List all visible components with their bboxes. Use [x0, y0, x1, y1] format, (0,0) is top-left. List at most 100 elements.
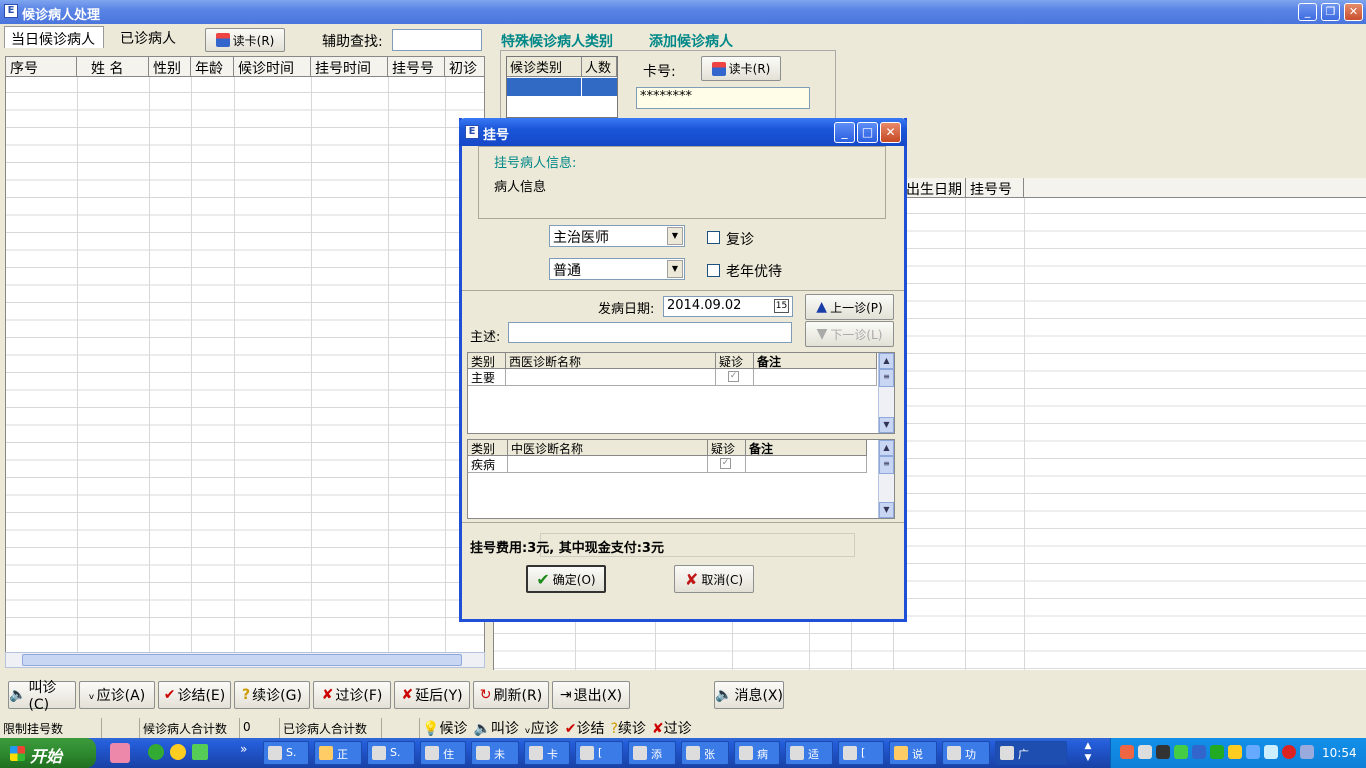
- w-cell-suspect[interactable]: ✓: [716, 369, 754, 386]
- add-patient-link[interactable]: 添加候诊病人: [649, 31, 733, 51]
- tray-icon[interactable]: [1210, 745, 1224, 759]
- task-item[interactable]: [: [838, 741, 884, 765]
- quicklaunch-browser-icon[interactable]: [148, 744, 164, 760]
- close-button[interactable]: ✕: [1344, 3, 1363, 21]
- w-cell-category[interactable]: 主要: [468, 369, 506, 386]
- task-item[interactable]: 未: [471, 741, 519, 765]
- scroll-thumb[interactable]: [22, 654, 462, 666]
- dialog-minimize-button[interactable]: _: [834, 122, 855, 143]
- task-item[interactable]: 添: [628, 741, 676, 765]
- quicklaunch-qq-icon[interactable]: [170, 744, 186, 760]
- visit-type-select[interactable]: 普通 ▼: [549, 258, 685, 280]
- task-item[interactable]: 说: [889, 741, 937, 765]
- chinese-vscroll[interactable]: ▲ ≡ ▼: [878, 440, 894, 518]
- refresh-button[interactable]: ↻ 刷新(R): [473, 681, 549, 709]
- ok-button[interactable]: ✔ 确定(O): [526, 565, 606, 593]
- c-cell-name[interactable]: [508, 456, 708, 473]
- tray-icon[interactable]: [1264, 745, 1278, 759]
- c-col-name[interactable]: 中医诊断名称: [508, 440, 708, 456]
- col-index[interactable]: 序号: [6, 57, 77, 77]
- count-selected-cell[interactable]: [582, 78, 617, 96]
- doctor-select[interactable]: 主治医师 ▼: [549, 225, 685, 247]
- complaint-input[interactable]: [508, 322, 792, 343]
- minimize-button[interactable]: _: [1298, 3, 1317, 21]
- restore-button[interactable]: ❐: [1321, 3, 1340, 21]
- exit-button[interactable]: ⇥ 退出(X): [552, 681, 630, 709]
- c-cell-suspect[interactable]: ✓: [708, 456, 746, 473]
- read-card-button[interactable]: 读卡(R): [205, 28, 285, 52]
- tray-icon[interactable]: [1300, 745, 1314, 759]
- task-item[interactable]: 病: [734, 741, 780, 765]
- prev-visit-button[interactable]: ▲ 上一诊(P): [805, 294, 894, 320]
- col-birth-date[interactable]: 出生日期: [906, 178, 966, 198]
- taskbar-scroll-icon[interactable]: ▲ ▼: [1080, 740, 1096, 766]
- revisit-checkbox[interactable]: [707, 231, 720, 244]
- quicklaunch-icon[interactable]: [110, 743, 130, 763]
- task-item[interactable]: 住: [420, 741, 466, 765]
- task-item[interactable]: 卡: [524, 741, 570, 765]
- scroll-up-icon[interactable]: ▲: [879, 353, 894, 369]
- col-wait-time[interactable]: 候诊时间: [234, 57, 311, 77]
- col-age[interactable]: 年龄: [191, 57, 234, 77]
- delay-button[interactable]: ✘ 延后(Y): [394, 681, 470, 709]
- scroll-up-icon[interactable]: ▲: [879, 440, 894, 456]
- waiting-patient-grid[interactable]: 序号 姓 名 性别 年龄 候诊时间 挂号时间 挂号号 初诊: [5, 56, 485, 653]
- col-register-time[interactable]: 挂号时间: [311, 57, 388, 77]
- tab-done-patients[interactable]: 已诊病人: [114, 26, 194, 48]
- task-item[interactable]: 正: [314, 741, 362, 765]
- tray-icon[interactable]: [1228, 745, 1242, 759]
- scroll-thumb[interactable]: ≡: [879, 456, 894, 474]
- c-cell-category[interactable]: 疾病: [468, 456, 508, 473]
- col-count[interactable]: 人数: [582, 57, 617, 77]
- chevron-down-icon[interactable]: ▼: [667, 227, 683, 245]
- scroll-down-icon[interactable]: ▼: [879, 502, 894, 518]
- task-item[interactable]: 功: [942, 741, 990, 765]
- tray-icon[interactable]: [1174, 745, 1188, 759]
- category-grid[interactable]: 候诊类别 人数: [506, 56, 618, 118]
- quicklaunch-media-icon[interactable]: [192, 744, 208, 760]
- western-vscroll[interactable]: ▲ ≡ ▼: [878, 353, 894, 433]
- task-item[interactable]: 张: [681, 741, 729, 765]
- elder-checkbox[interactable]: [707, 264, 720, 277]
- col-name[interactable]: 姓 名: [77, 57, 149, 77]
- respond-button[interactable]: ᵥ 应诊(A): [79, 681, 155, 709]
- horizontal-scrollbar[interactable]: [5, 652, 485, 668]
- dialog-title-bar[interactable]: E 挂号 _ □ ✕: [459, 118, 907, 146]
- col-register-no-right[interactable]: 挂号号: [966, 178, 1024, 198]
- finish-button[interactable]: ✔ 诊结(E): [158, 681, 231, 709]
- col-gender[interactable]: 性别: [149, 57, 191, 77]
- start-button[interactable]: 开始: [0, 738, 96, 768]
- tray-icon[interactable]: [1282, 745, 1296, 759]
- w-cell-note[interactable]: [754, 369, 877, 386]
- continue-button[interactable]: ? 续诊(G): [234, 681, 310, 709]
- card-read-button[interactable]: 读卡(R): [701, 56, 781, 81]
- category-selected-row[interactable]: [507, 78, 581, 96]
- c-col-note[interactable]: 备注: [746, 440, 867, 456]
- tray-icon[interactable]: [1246, 745, 1260, 759]
- next-visit-button[interactable]: ▼ 下一诊(L): [805, 321, 894, 347]
- c-col-category[interactable]: 类别: [468, 440, 508, 456]
- scroll-thumb[interactable]: ≡: [879, 369, 894, 387]
- search-input[interactable]: [392, 29, 482, 51]
- task-item[interactable]: S.: [367, 741, 415, 765]
- task-item[interactable]: S.: [263, 741, 309, 765]
- w-col-category[interactable]: 类别: [468, 353, 506, 369]
- dialog-close-button[interactable]: ✕: [880, 122, 901, 143]
- dialog-maximize-button[interactable]: □: [857, 122, 878, 143]
- chinese-diagnosis-grid[interactable]: 类别 中医诊断名称 疑诊 备注 疾病 ✓ ▲ ≡ ▼: [467, 439, 895, 519]
- cancel-button[interactable]: ✘ 取消(C): [674, 565, 754, 593]
- w-cell-name[interactable]: [506, 369, 716, 386]
- western-diagnosis-grid[interactable]: 类别 西医诊断名称 疑诊 备注 主要 ✓ ▲ ≡ ▼: [467, 352, 895, 434]
- w-col-note[interactable]: 备注: [754, 353, 877, 369]
- col-first-visit[interactable]: 初诊: [445, 57, 484, 77]
- w-col-name[interactable]: 西医诊断名称: [506, 353, 716, 369]
- col-category[interactable]: 候诊类别: [507, 57, 582, 77]
- chevron-down-icon[interactable]: ▼: [667, 260, 683, 278]
- card-number-input[interactable]: ********: [636, 87, 810, 109]
- w-col-suspect[interactable]: 疑诊: [716, 353, 754, 369]
- calendar-icon[interactable]: 15: [774, 299, 789, 313]
- c-col-suspect[interactable]: 疑诊: [708, 440, 746, 456]
- c-cell-note[interactable]: [746, 456, 867, 473]
- tray-icon[interactable]: [1120, 745, 1134, 759]
- task-item[interactable]: [: [575, 741, 623, 765]
